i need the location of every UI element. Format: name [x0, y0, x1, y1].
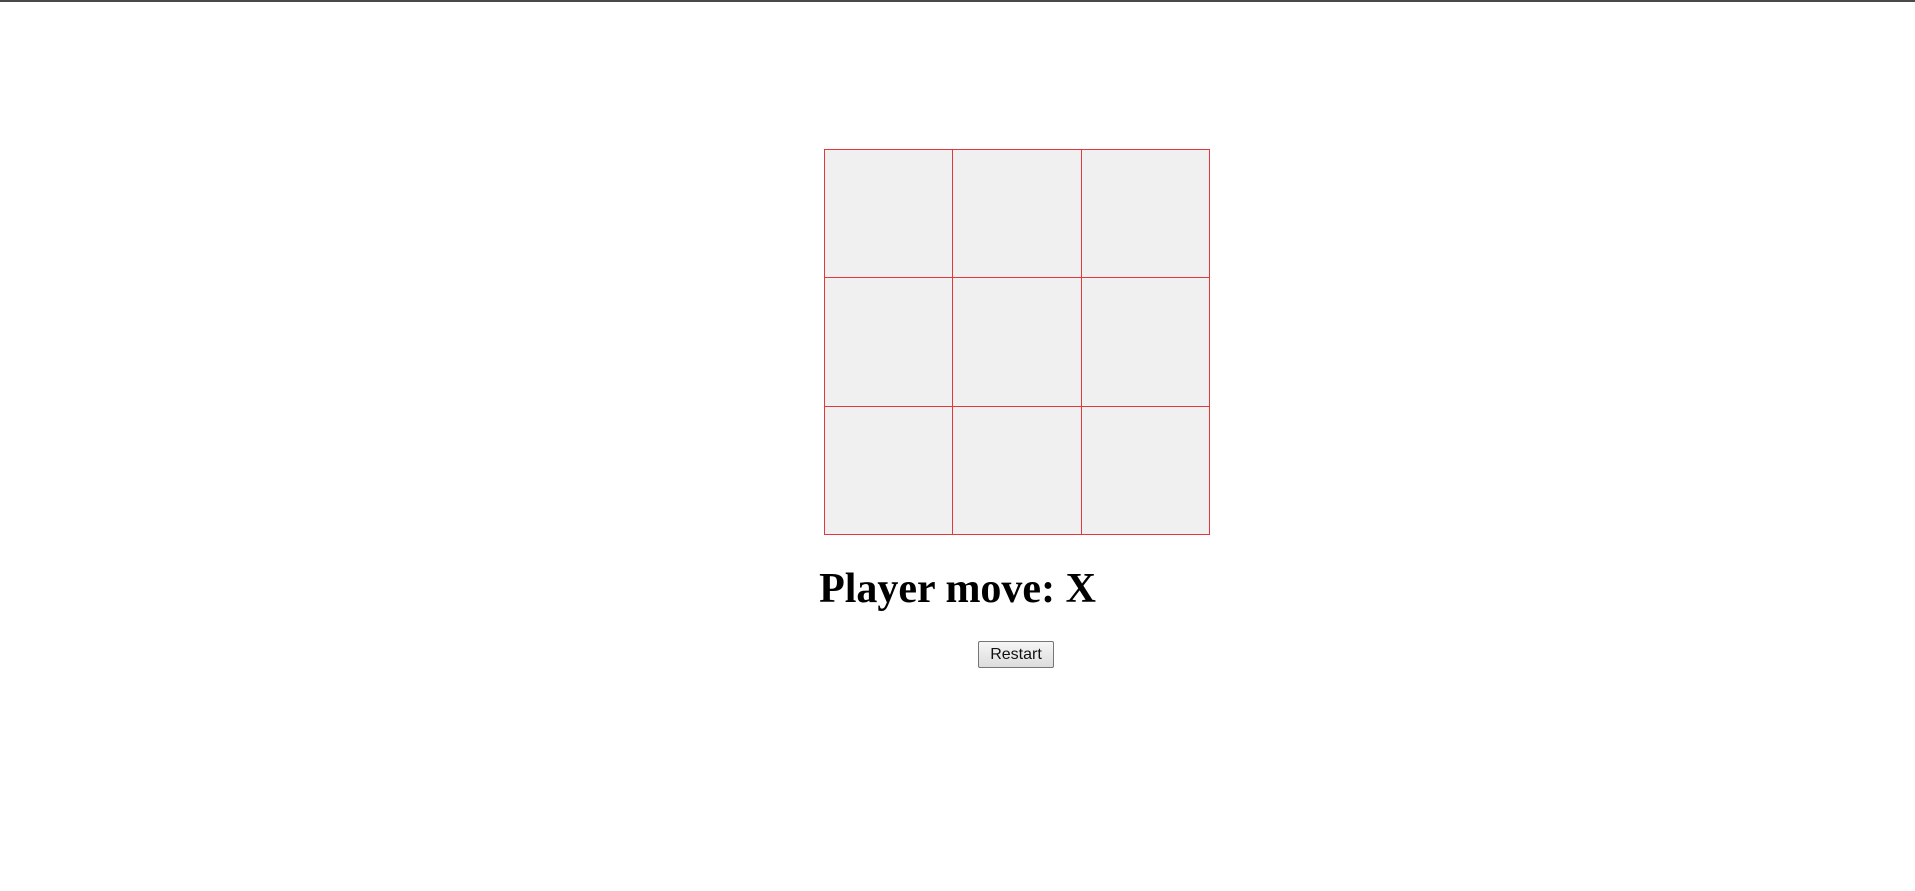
board-cell-8[interactable] [953, 406, 1082, 535]
player-move-status: Player move: X [0, 561, 1915, 617]
board-cell-5[interactable] [953, 278, 1082, 407]
board-cell-4[interactable] [825, 278, 954, 407]
board-cell-3[interactable] [1081, 150, 1210, 279]
board-cell-6[interactable] [1081, 278, 1210, 407]
restart-button[interactable]: Restart [978, 641, 1054, 668]
tic-tac-toe-app: Player move: X Restart [0, 0, 1915, 891]
current-player: X [1065, 566, 1096, 612]
status-prefix: Player move: [819, 566, 1056, 612]
board-cell-7[interactable] [825, 406, 954, 535]
board-cell-1[interactable] [825, 150, 954, 279]
board-cell-9[interactable] [1081, 406, 1210, 535]
game-board [824, 149, 1210, 535]
board-cell-2[interactable] [953, 150, 1082, 279]
